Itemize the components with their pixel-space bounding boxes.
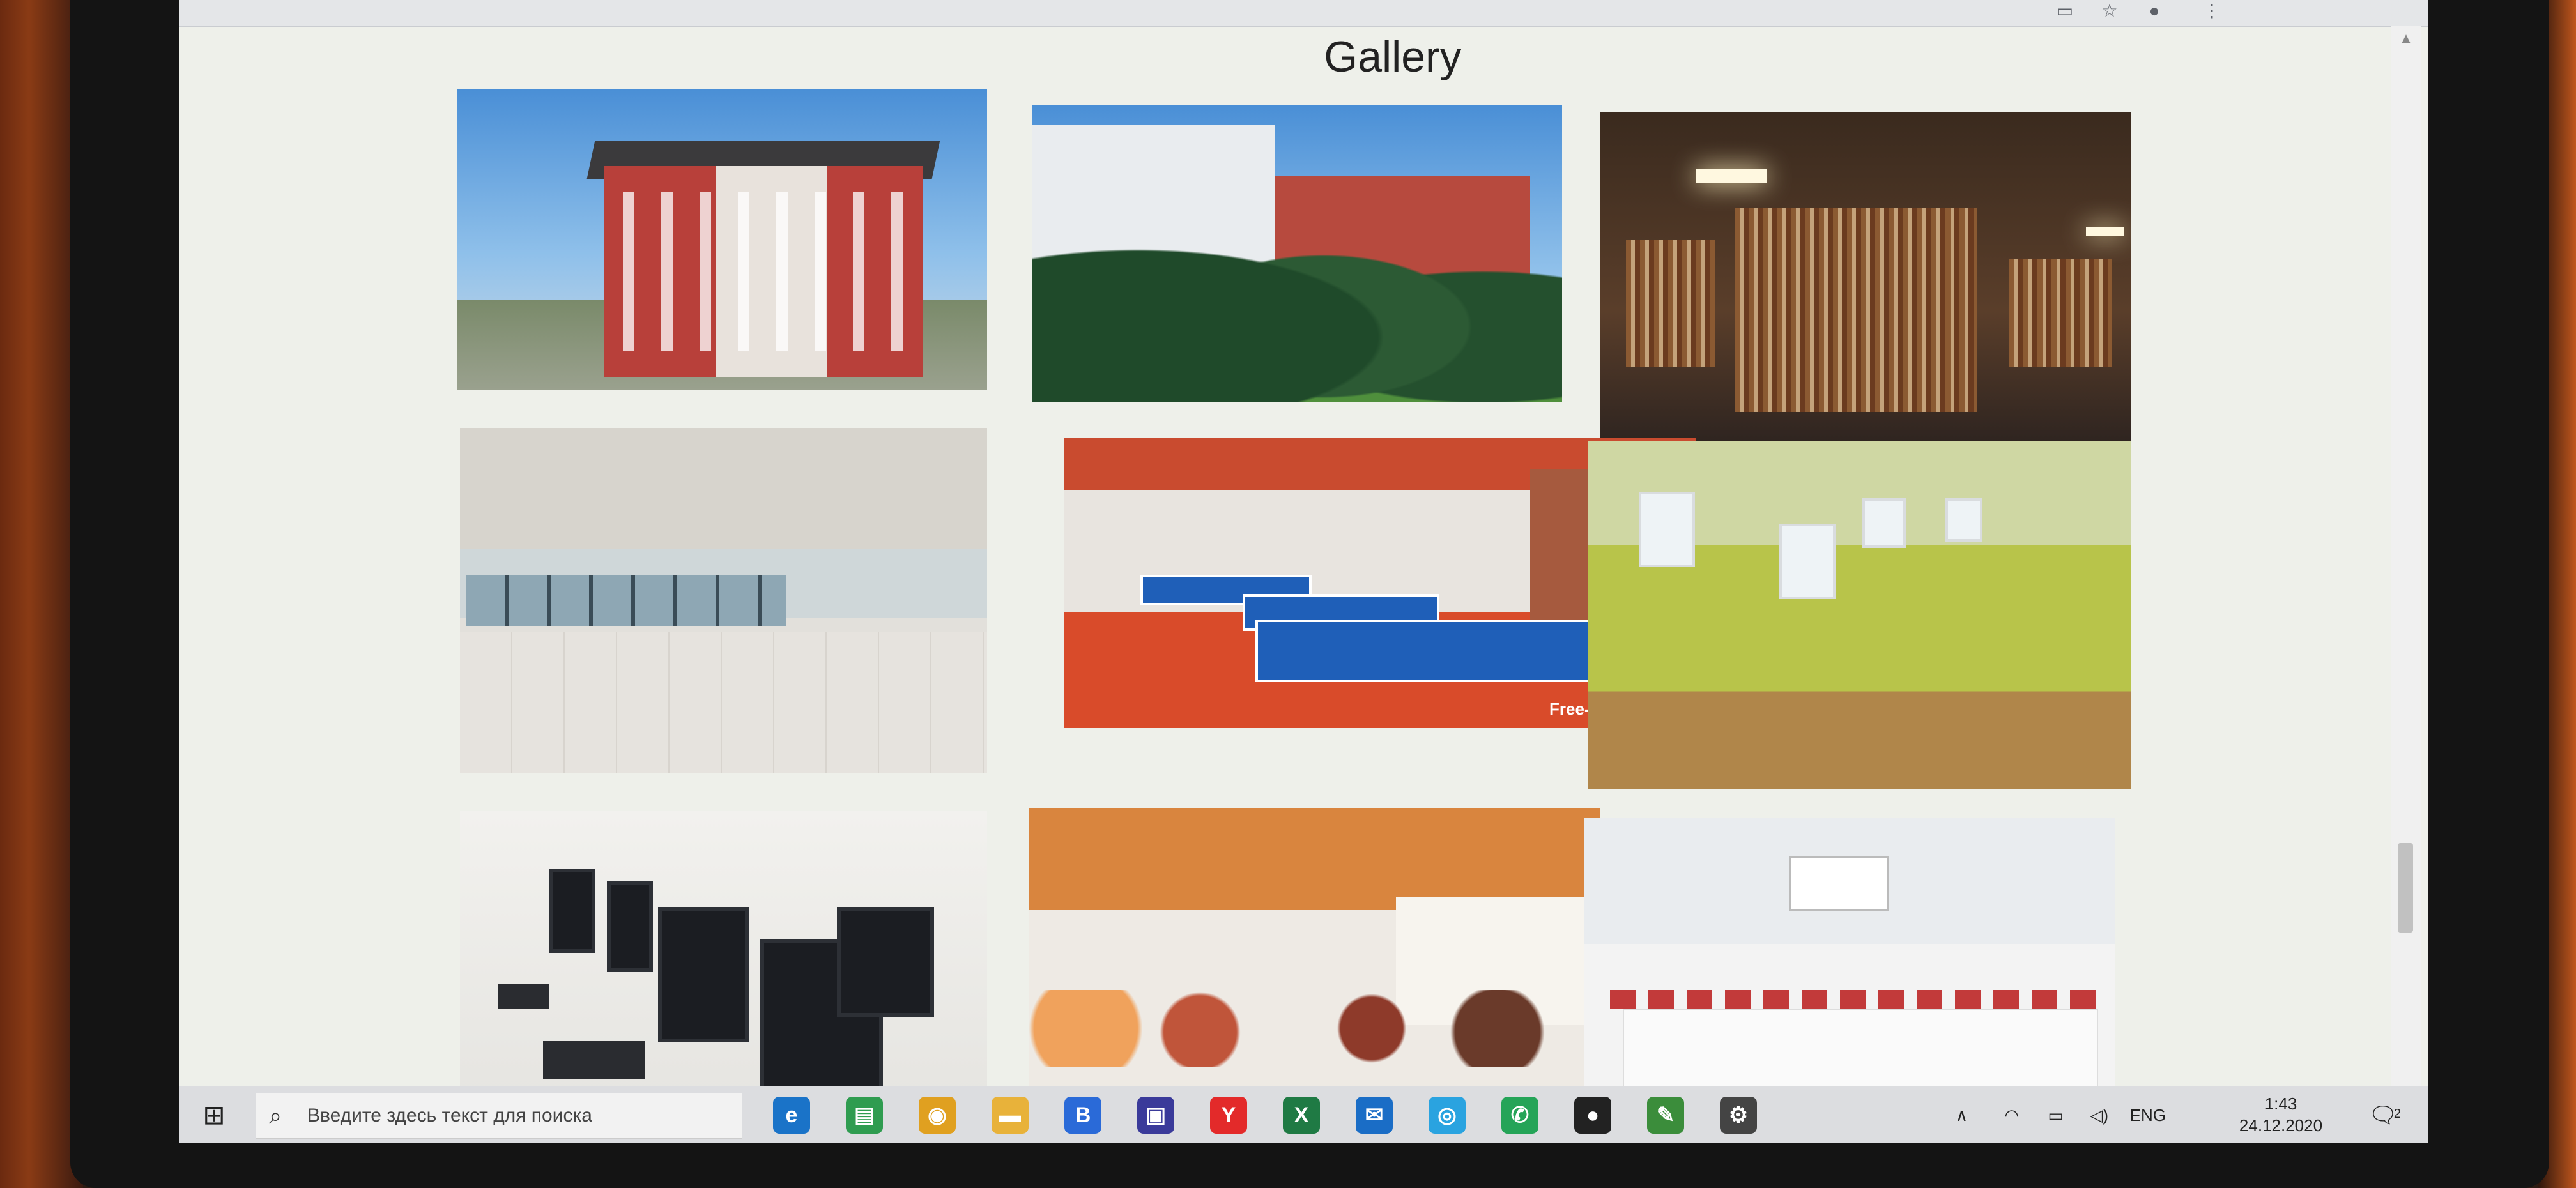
image-tiled-floor (460, 632, 987, 773)
more-icon[interactable]: ⋮ (2198, 0, 2226, 22)
settings-icon[interactable]: ⚙ (1720, 1097, 1757, 1134)
search-input[interactable]: Введите здесь текст для поиска (307, 1093, 592, 1138)
edge-icon[interactable]: e (773, 1097, 810, 1134)
chat-icon[interactable]: ▤ (846, 1097, 883, 1134)
show-hidden-icons-icon[interactable]: ∧ (1956, 1086, 1968, 1143)
gallery-image-conference-room[interactable] (1584, 818, 2115, 1099)
github-icon[interactable]: ● (1574, 1097, 1611, 1134)
browser-toolbar: ▭ ☆ ● ⋮ (179, 0, 2428, 27)
paint-icon[interactable]: ✎ (1647, 1097, 1684, 1134)
page-scrollbar[interactable]: ▲ (2391, 26, 2421, 1105)
wifi-icon[interactable]: ◠ (2004, 1086, 2019, 1143)
image-chairs (1610, 990, 2108, 1009)
windows-start-icon[interactable]: ⊞ (198, 1099, 230, 1131)
taskbar: ⊞ ⌕ Введите здесь текст для поиска e ▤ ◉ ▬ B… (179, 1086, 2428, 1143)
extensions-icon[interactable]: ☆ (2096, 0, 2124, 22)
image-glass-wall (466, 575, 786, 626)
image-window (1779, 524, 1836, 599)
yandex-icon[interactable]: Y (1210, 1097, 1247, 1134)
gallery-image-sports-hall[interactable] (1588, 441, 2131, 789)
image-monitor (549, 869, 595, 953)
search-icon: ⌕ (269, 1102, 282, 1129)
image-ceiling-lamp (1696, 169, 1767, 183)
image-window (1862, 498, 1906, 548)
b-app-icon[interactable]: B (1064, 1097, 1101, 1134)
image-ceiling-lamp (2086, 227, 2124, 236)
taskbar-search-box[interactable]: ⌕ Введите здесь текст для поиска (256, 1093, 742, 1139)
whatsapp-icon[interactable]: ✆ (1501, 1097, 1538, 1134)
image-bookshelf (2009, 259, 2112, 367)
image-windows (623, 192, 910, 351)
gallery-image-computer-lab[interactable] (460, 811, 987, 1099)
battery-icon[interactable]: ▭ (2048, 1086, 2064, 1143)
image-window (1639, 492, 1695, 567)
gallery-image-library[interactable] (1600, 112, 2131, 444)
volume-icon[interactable]: ◁) (2090, 1086, 2108, 1143)
cast-icon[interactable]: ▭ (2051, 0, 2079, 22)
image-people (1029, 990, 1600, 1067)
image-monitor (837, 907, 934, 1017)
image-bookshelf (1626, 240, 1715, 367)
camera-icon[interactable]: ◎ (1429, 1097, 1466, 1134)
clock-time: 1:43 (2264, 1094, 2297, 1113)
scroll-thumb[interactable] (2398, 843, 2413, 933)
image-tennis-table (1255, 620, 1593, 682)
image-bookshelf (1735, 208, 1977, 412)
notification-center-icon[interactable]: 🗨 2 (2364, 1098, 2402, 1132)
folder-icon[interactable]: ▬ (992, 1097, 1029, 1134)
image-keyboard (498, 984, 549, 1009)
notification-count: 2 (2393, 1107, 2401, 1121)
image-monitor (607, 881, 653, 972)
mail-icon[interactable]: ✉ (1356, 1097, 1393, 1134)
profile-icon[interactable]: ● (2140, 0, 2168, 22)
image-conference-table (1623, 1009, 2098, 1099)
image-trees (1032, 185, 1562, 402)
image-window (1945, 498, 1982, 542)
screen: ▭ ☆ ● ⋮ ▲ Gallery Free-Apply (179, 0, 2428, 1143)
gallery-image-lobby[interactable] (460, 428, 987, 773)
clock[interactable]: 1:43 24.12.2020 (2236, 1093, 2326, 1136)
chrome-icon[interactable]: ◉ (919, 1097, 956, 1134)
image-keyboard (543, 1041, 645, 1079)
clock-date: 24.12.2020 (2239, 1116, 2323, 1135)
gallery-image-university-building[interactable] (457, 89, 987, 390)
gallery-image-campus[interactable] (1032, 105, 1562, 402)
excel-icon[interactable]: X (1283, 1097, 1320, 1134)
page-title: Gallery (1324, 33, 1462, 81)
image-projection-screen (1789, 856, 1889, 911)
scroll-up-icon[interactable]: ▲ (2391, 26, 2421, 51)
image-monitor (658, 907, 749, 1042)
store-icon[interactable]: ▣ (1137, 1097, 1174, 1134)
language-indicator[interactable]: ENG (2130, 1086, 2166, 1143)
gallery-image-canteen[interactable] (1029, 808, 1600, 1099)
